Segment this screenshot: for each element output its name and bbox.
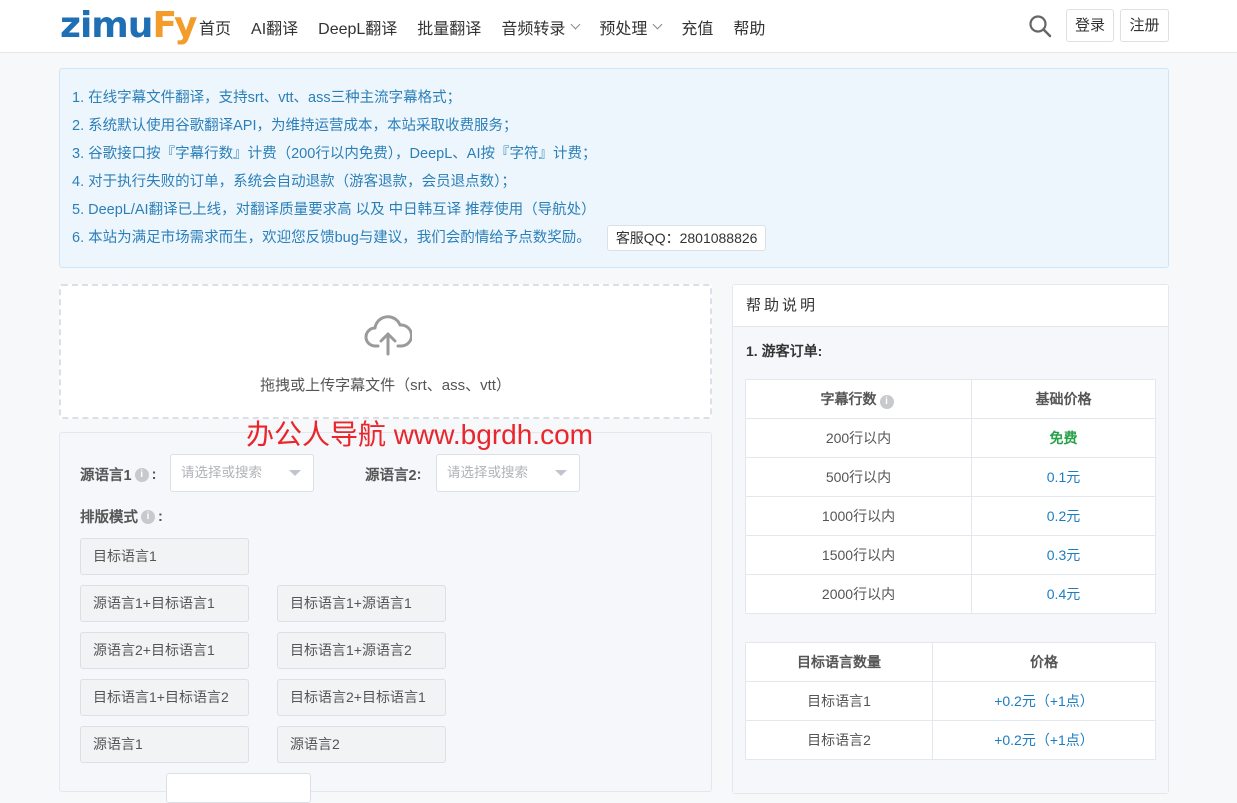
table-cell: 2000行以内 [745,574,972,614]
table-header-row: 字幕行数 i 基础价格 [745,379,1156,419]
top-header: zimuFy 首页 AI翻译 DeepL翻译 批量翻译 音频转录 预处理 充值 … [0,0,1237,53]
table-cell: 目标语言1 [745,681,933,721]
table-cell: 200行以内 [745,418,972,458]
help-panel: 帮助说明 1. 游客订单: 字幕行数 i 基础价格 200行以内 免费 500行以内… [732,284,1169,794]
column-header: 字幕行数 i [745,379,972,419]
watermark-text: 办公人导航 www.bgrdh.com [246,419,593,450]
table-row: 目标语言1 +0.2元（+1点） [745,681,1156,721]
table-cell: 0.2元 [971,496,1156,536]
help-title: 帮助说明 [733,285,1168,327]
column-header: 目标语言数量 [745,642,933,682]
search-icon[interactable] [1028,14,1052,38]
layout-option[interactable]: 源语言1 [80,726,249,763]
column-header: 基础价格 [971,379,1156,419]
upload-hint: 拖拽或上传字幕文件（srt、ass、vtt） [260,377,511,394]
main-nav: 首页 AI翻译 DeepL翻译 批量翻译 音频转录 预处理 充值 帮助 [199,0,785,53]
nav-deepl-translate[interactable]: DeepL翻译 [318,15,397,39]
table-cell: 1000行以内 [745,496,972,536]
layout-option[interactable]: 目标语言1 [80,538,249,575]
source-language-2-select[interactable]: 请选择或搜索 [436,454,580,492]
login-button[interactable]: 登录 [1066,9,1114,42]
extra-select[interactable] [166,773,311,803]
zimufy-logo[interactable]: zimuFy [60,3,198,49]
notice-line: 3. 谷歌接口按『字幕行数』计费（200行以内免费），DeepL、AI按『字符』… [72,146,597,162]
nav-home[interactable]: 首页 [199,15,231,39]
register-button[interactable]: 注册 [1120,9,1169,42]
column-header: 价格 [932,642,1156,682]
notice-line: 5. DeepL/AI翻译已上线，对翻译质量要求高 以及 中日韩互译 推荐使用（… [72,202,596,218]
source-language-2-label: 源语言2: [365,466,422,485]
table-cell: 0.4元 [971,574,1156,614]
table-row: 1000行以内 0.2元 [745,496,1156,536]
nav-preprocess[interactable]: 预处理 [599,15,663,39]
table-cell: 500行以内 [745,457,972,497]
layout-mode-label: 排版模式 i: [80,508,163,527]
notice-box: 1. 在线字幕文件翻译，支持srt、vtt、ass三种主流字幕格式； 2. 系统… [59,68,1169,268]
table-cell: +0.2元（+1点） [932,681,1156,721]
table-row: 目标语言2 +0.2元（+1点） [745,720,1156,760]
layout-option[interactable]: 源语言2+目标语言1 [80,632,249,669]
upload-dropzone[interactable]: 拖拽或上传字幕文件（srt、ass、vtt） [59,284,712,419]
chevron-down-icon [570,19,581,30]
chevron-down-icon [652,19,663,30]
nav-batch-translate[interactable]: 批量翻译 [417,15,481,39]
layout-option[interactable]: 目标语言2+目标语言1 [277,679,446,716]
caret-down-icon [289,470,301,476]
customer-service-qq[interactable]: 客服QQ：2801088826 [606,225,767,252]
table-row: 200行以内 免费 [745,418,1156,458]
cloud-upload-icon [364,315,412,356]
line-price-table: 字幕行数 i 基础价格 200行以内 免费 500行以内 0.1元 1000行以内 0.… [745,379,1156,614]
table-cell: +0.2元（+1点） [932,720,1156,760]
layout-option[interactable]: 源语言1+目标语言1 [80,585,249,622]
table-header-row: 目标语言数量 价格 [745,642,1156,682]
help-body: 1. 游客订单: 字幕行数 i 基础价格 200行以内 免费 500行以内 0.1元 … [733,327,1168,793]
layout-option[interactable]: 目标语言1+源语言1 [277,585,446,622]
notice-line: 1. 在线字幕文件翻译，支持srt、vtt、ass三种主流字幕格式； [72,90,462,106]
notice-line: 4. 对于执行失败的订单，系统会自动退款（游客退款，会员退点数）； [72,174,516,190]
table-cell: 目标语言2 [745,720,933,760]
source-language-1-select[interactable]: 请选择或搜索 [170,454,314,492]
nav-audio-transcribe[interactable]: 音频转录 [501,15,581,39]
nav-recharge[interactable]: 充值 [681,15,713,39]
table-cell: 免费 [971,418,1156,458]
table-cell: 1500行以内 [745,535,972,575]
translation-settings: 源语言1 i: 请选择或搜索 源语言2: 请选择或搜索 排版模式 i: 目标语言1 … [59,432,712,803]
caret-down-icon [555,470,567,476]
layout-option[interactable]: 目标语言1+源语言2 [277,632,446,669]
nav-help[interactable]: 帮助 [733,15,765,39]
notice-line: 6. 本站为满足市场需求而生，欢迎您反馈bug与建议，我们会酌情给予点数奖励。客… [72,224,1168,252]
source-language-1-label: 源语言1 i: [80,466,157,485]
table-row: 1500行以内 0.3元 [745,535,1156,575]
guest-order-heading: 1. 游客订单: [746,343,823,359]
info-icon[interactable]: i [134,467,149,482]
notice-line: 2. 系统默认使用谷歌翻译API，为维持运营成本，本站采取收费服务； [72,118,518,134]
table-cell: 0.1元 [971,457,1156,497]
info-icon[interactable]: i [141,509,155,524]
info-icon[interactable]: i [879,395,894,409]
table-cell: 0.3元 [971,535,1156,575]
layout-option[interactable]: 源语言2 [277,726,446,763]
table-row: 500行以内 0.1元 [745,457,1156,497]
table-row: 2000行以内 0.4元 [745,574,1156,614]
layout-option[interactable]: 目标语言1+目标语言2 [80,679,249,716]
target-language-price-table: 目标语言数量 价格 目标语言1 +0.2元（+1点） 目标语言2 +0.2元（+1点… [745,642,1156,760]
nav-ai-translate[interactable]: AI翻译 [251,15,298,39]
